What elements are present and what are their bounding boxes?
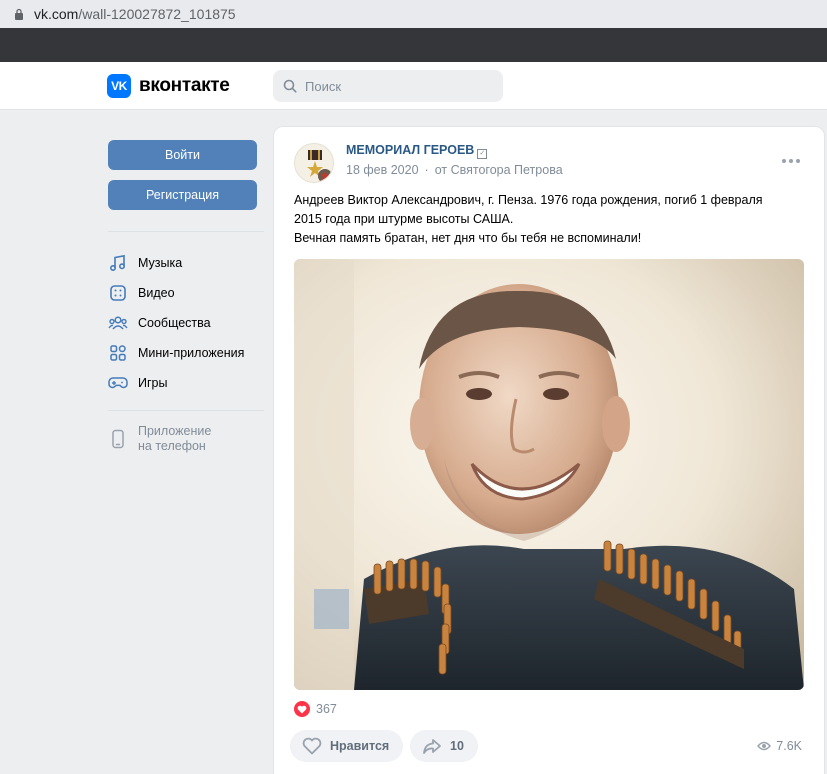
- sidebar-item-games[interactable]: Игры: [108, 368, 244, 398]
- communities-icon: [108, 313, 128, 333]
- search-box[interactable]: [273, 70, 503, 102]
- post-photo[interactable]: [294, 259, 804, 690]
- vk-logo-text: вконтакте: [139, 75, 230, 96]
- sidebar-item-label: Сообщества: [138, 316, 211, 330]
- meta-separator: ·: [424, 163, 429, 177]
- wall-post: МЕМОРИАЛ ГЕРОЕВ ✓ 18 фев 2020 · от Святогор…: [273, 126, 825, 774]
- register-button[interactable]: Регистрация: [108, 180, 257, 210]
- sidebar-divider: [108, 231, 264, 232]
- share-count: 10: [450, 739, 464, 753]
- post-meta: 18 фев 2020 · от Святогора Петрова: [346, 163, 563, 177]
- search-input[interactable]: [305, 78, 485, 94]
- likes-summary[interactable]: 367: [294, 701, 337, 717]
- sidebar-item-video[interactable]: Видео: [108, 278, 244, 308]
- phone-icon: [108, 424, 128, 454]
- site-header: VK вконтакте: [0, 62, 827, 110]
- video-icon: [108, 283, 128, 303]
- like-button[interactable]: Нравится: [290, 730, 404, 762]
- community-avatar[interactable]: [294, 143, 334, 183]
- url-path: /wall-120027872_101875: [78, 6, 236, 22]
- app-promo-line2: на телефон: [138, 439, 206, 453]
- post-author[interactable]: МЕМОРИАЛ ГЕРОЕВ ✓: [346, 143, 488, 159]
- login-button[interactable]: Войти: [108, 140, 257, 170]
- sidebar-item-label: Мини-приложения: [138, 346, 245, 360]
- sidebar-item-communities[interactable]: Сообщества: [108, 308, 244, 338]
- browser-address-bar[interactable]: vk.com/wall-120027872_101875: [0, 0, 827, 28]
- heart-badge-icon: [294, 701, 310, 717]
- url-text: vk.com/wall-120027872_101875: [34, 6, 236, 22]
- post-text-line: 2015 года при штурме высоты САША.: [294, 212, 514, 226]
- gamepad-icon: [108, 373, 128, 393]
- sidebar-divider: [108, 410, 264, 411]
- mini-apps-icon: [108, 343, 128, 363]
- sidebar-item-label: Видео: [138, 286, 175, 300]
- share-button[interactable]: 10: [410, 730, 478, 762]
- search-icon: [283, 79, 297, 93]
- sidebar-item-label: Игры: [138, 376, 168, 390]
- sidebar-item-music[interactable]: Музыка: [108, 248, 244, 278]
- mobile-app-promo[interactable]: Приложение на телефон: [108, 424, 211, 454]
- like-button-label: Нравится: [330, 739, 390, 753]
- post-text-line: Вечная память братан, нет дня что бы теб…: [294, 231, 642, 245]
- browser-tab-strip: [0, 28, 827, 62]
- likes-count: 367: [316, 702, 337, 716]
- share-arrow-icon: [423, 739, 441, 754]
- lock-icon: [15, 8, 23, 20]
- music-icon: [108, 253, 128, 273]
- app-promo-line1: Приложение: [138, 424, 212, 438]
- eye-icon: [757, 741, 772, 751]
- url-host: vk.com: [34, 6, 79, 22]
- vk-logo[interactable]: VK вконтакте: [107, 74, 230, 98]
- vk-logo-icon: VK: [107, 74, 131, 98]
- post-text-line: Андреев Виктор Александрович, г. Пенза. …: [294, 193, 763, 207]
- post-signer-link[interactable]: от Святогора Петрова: [435, 163, 563, 177]
- sidebar-nav: Музыка Видео Сообщества Мини-приложения …: [108, 248, 244, 398]
- views-count: 7.6K: [776, 739, 802, 753]
- sidebar-item-mini-apps[interactable]: Мини-приложения: [108, 338, 244, 368]
- medal-icon: [307, 150, 332, 182]
- more-options-icon[interactable]: [782, 159, 800, 163]
- sidebar-item-label: Музыка: [138, 256, 183, 270]
- verified-icon: ✓: [477, 149, 488, 159]
- post-author-name: МЕМОРИАЛ ГЕРОЕВ: [346, 143, 475, 157]
- views-counter: 7.6K: [757, 739, 802, 753]
- heart-outline-icon: [302, 737, 322, 755]
- portrait-photo: [294, 259, 804, 690]
- post-text: Андреев Виктор Александрович, г. Пенза. …: [294, 191, 799, 248]
- post-date-link[interactable]: 18 фев 2020: [346, 163, 419, 177]
